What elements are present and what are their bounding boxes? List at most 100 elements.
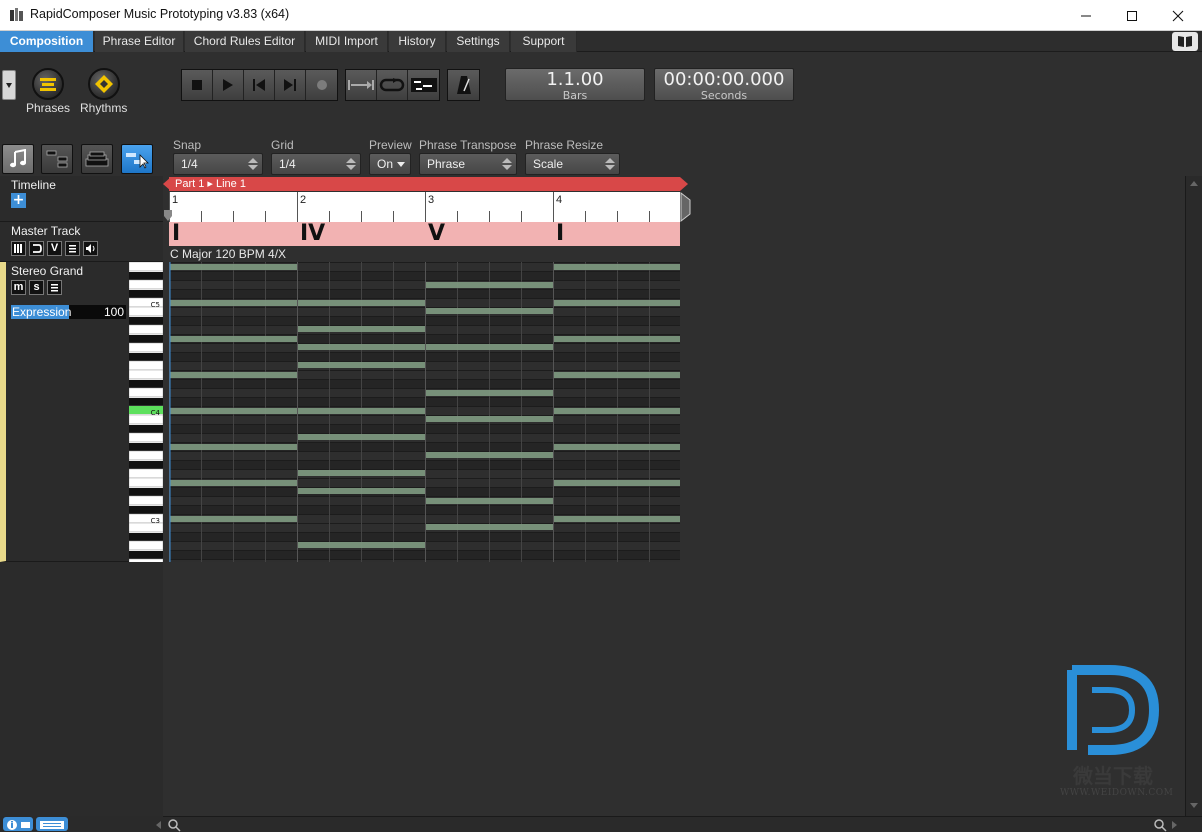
bar-number-3: 3 — [428, 194, 435, 206]
playhead-marker-icon[interactable] — [164, 210, 172, 222]
play-icon — [223, 79, 233, 91]
menu-midi-import[interactable]: MIDI Import — [306, 31, 388, 52]
mute-button[interactable]: m — [11, 280, 26, 295]
master-voicing-button[interactable]: V — [47, 241, 62, 256]
close-icon — [1172, 10, 1184, 21]
toolbar-dropdown[interactable] — [2, 70, 16, 100]
watermark-text: 微当下载 — [1073, 764, 1153, 788]
white-key — [129, 369, 163, 380]
master-loop-button[interactable] — [29, 241, 44, 256]
phrase-transpose-select[interactable]: Phrase — [419, 153, 517, 175]
metronome-group — [447, 69, 480, 101]
solo-button[interactable]: s — [29, 280, 44, 295]
menu-chord-rules-editor[interactable]: Chord Rules Editor — [185, 31, 305, 52]
black-key — [129, 425, 163, 433]
layers-mode-button[interactable] — [81, 144, 113, 174]
grid-select[interactable]: 1/4 — [271, 153, 361, 175]
chord-bar-2[interactable]: IV — [300, 222, 325, 246]
stop-button[interactable] — [182, 70, 213, 100]
scroll-right-icon[interactable] — [1169, 818, 1181, 832]
info-button[interactable] — [3, 817, 33, 831]
chord-note — [170, 516, 297, 522]
track-header-stereo-grand[interactable]: Stereo Grand m s Expression 100 — [0, 262, 129, 562]
snap-select[interactable]: 1/4 — [173, 153, 263, 175]
manual-button[interactable] — [1172, 32, 1198, 51]
chord-bar-1[interactable]: I — [172, 222, 180, 246]
rewind-button[interactable] — [244, 70, 275, 100]
track-menu-button[interactable] — [47, 280, 62, 295]
roll-row — [169, 289, 680, 298]
arrangement-editor: Part 1 ▸ Line 1 1 2 3 4 I IV V I C Major… — [163, 176, 1185, 816]
scroll-down-icon[interactable] — [1186, 800, 1202, 812]
scroll-up-icon[interactable] — [1186, 178, 1202, 190]
follow-button[interactable] — [408, 70, 439, 100]
range-button[interactable] — [346, 70, 377, 100]
vertical-scrollbar[interactable] — [1185, 176, 1202, 816]
master-menu-button[interactable] — [65, 241, 80, 256]
menu-phrase-editor[interactable]: Phrase Editor — [95, 31, 184, 52]
black-key — [129, 398, 163, 406]
menu-settings[interactable]: Settings — [447, 31, 510, 52]
chord-note — [170, 336, 297, 342]
chord-note — [170, 264, 297, 270]
scroll-left-icon[interactable] — [153, 818, 165, 832]
preview-select[interactable]: On — [369, 153, 411, 175]
white-key — [129, 540, 163, 551]
chord-note — [170, 300, 297, 306]
black-key — [129, 461, 163, 469]
spinner-icon — [605, 158, 615, 170]
expression-slider[interactable]: Expression 100 — [11, 305, 126, 319]
master-piano-button[interactable] — [11, 241, 26, 256]
note-mode-button[interactable] — [2, 144, 34, 174]
end-marker-icon[interactable] — [680, 192, 692, 222]
roll-row — [169, 505, 680, 514]
skip-forward-icon — [284, 79, 296, 91]
chord-note — [298, 362, 425, 368]
add-track-button[interactable]: + — [11, 193, 26, 208]
skip-back-icon — [253, 79, 265, 91]
bars-value: 1.1.00 — [546, 69, 604, 90]
horizontal-scrollbar[interactable] — [156, 816, 1202, 832]
loop-button[interactable] — [377, 70, 408, 100]
menu-history[interactable]: History — [389, 31, 446, 52]
chord-note — [426, 498, 553, 504]
zoom-out-icon[interactable] — [167, 818, 181, 832]
white-key — [129, 262, 163, 272]
bracket-icon — [33, 244, 42, 253]
chord-note — [170, 480, 297, 486]
roll-row — [169, 271, 680, 280]
keyboard-button[interactable] — [36, 817, 68, 831]
phrases-button[interactable] — [32, 68, 64, 100]
timeline-ruler[interactable]: 1 2 3 4 — [169, 192, 680, 222]
record-button[interactable] — [306, 70, 337, 100]
forward-button[interactable] — [275, 70, 306, 100]
black-key — [129, 551, 163, 559]
rhythms-button[interactable] — [88, 68, 120, 100]
time-counter[interactable]: 00:00:00.000 Seconds — [654, 68, 794, 101]
white-key — [129, 558, 163, 562]
menu-composition[interactable]: Composition — [0, 31, 94, 52]
piano-keyboard[interactable]: C5 C4 C3 — [129, 262, 163, 562]
snap-value: 1/4 — [181, 157, 198, 171]
phrase-mode-button[interactable] — [121, 144, 153, 174]
chord-bar-3[interactable]: V — [428, 222, 445, 246]
minimize-button[interactable] — [1063, 0, 1109, 31]
chord-bar-4[interactable]: I — [556, 222, 564, 246]
part-label-bar[interactable]: Part 1 ▸ Line 1 — [169, 177, 680, 191]
zoom-in-icon[interactable] — [1153, 818, 1167, 832]
time-unit: Seconds — [700, 89, 748, 102]
chord-lane[interactable]: I IV V I — [169, 222, 680, 246]
maximize-button[interactable] — [1109, 0, 1155, 31]
master-volume-button[interactable] — [83, 241, 98, 256]
octave-label: C4 — [151, 409, 161, 417]
info-icon — [7, 820, 30, 830]
piano-roll[interactable] — [169, 262, 680, 562]
menu-support[interactable]: Support — [511, 31, 577, 52]
play-button[interactable] — [213, 70, 244, 100]
close-button[interactable] — [1155, 0, 1201, 31]
phrase-resize-select[interactable]: Scale — [525, 153, 620, 175]
structure-mode-button[interactable] — [41, 144, 73, 174]
rhythms-icon — [95, 75, 113, 93]
metronome-button[interactable] — [448, 70, 479, 100]
bars-counter[interactable]: 1.1.00 Bars — [505, 68, 645, 101]
